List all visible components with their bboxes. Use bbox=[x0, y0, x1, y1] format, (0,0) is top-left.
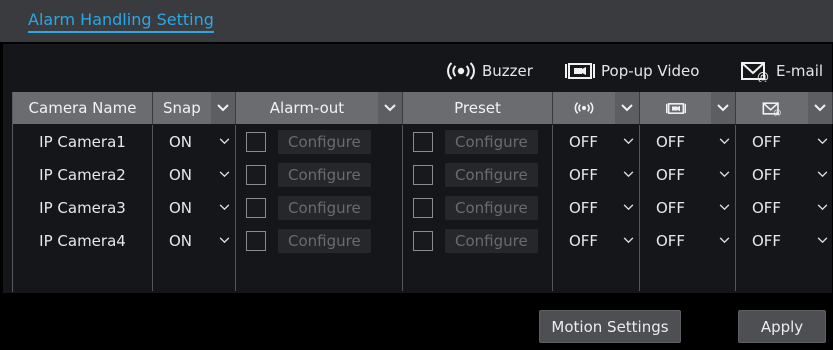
svg-text:@: @ bbox=[757, 70, 769, 82]
email-select[interactable]: OFF bbox=[736, 125, 833, 158]
col-camera-name: Camera Name bbox=[13, 92, 153, 124]
preset-configure-button[interactable]: Configure bbox=[445, 228, 538, 253]
chevron-down-icon bbox=[713, 138, 735, 145]
buzzer-column-dropdown[interactable] bbox=[615, 92, 639, 124]
email-column-dropdown[interactable] bbox=[808, 92, 832, 124]
chevron-down-icon bbox=[811, 138, 833, 145]
popup-video-icon bbox=[565, 60, 595, 82]
email-select[interactable]: OFF bbox=[736, 191, 833, 224]
alarm-out-column-dropdown[interactable] bbox=[378, 92, 402, 124]
alarm-out-checkbox[interactable] bbox=[246, 131, 266, 152]
buzzer-icon bbox=[553, 101, 615, 115]
buzzer-select[interactable]: OFF bbox=[553, 224, 639, 257]
chevron-down-icon bbox=[811, 171, 833, 178]
snap-select[interactable]: ON bbox=[153, 158, 235, 191]
snap-select[interactable]: ON bbox=[153, 224, 235, 257]
camera-name: IP Camera1 bbox=[39, 132, 126, 151]
alarm-table: Camera Name Snap Alarm-out Preset @ IP C… bbox=[12, 92, 833, 292]
table-row: IP Camera3 ON Configure Configure OFF OF… bbox=[13, 191, 833, 224]
alarm-out-checkbox[interactable] bbox=[246, 164, 266, 185]
popup-select[interactable]: OFF bbox=[640, 224, 735, 257]
chevron-down-icon bbox=[213, 237, 235, 244]
empty-table-row bbox=[13, 257, 833, 291]
camera-name: IP Camera4 bbox=[39, 231, 126, 250]
alarm-out-configure-button[interactable]: Configure bbox=[278, 129, 371, 154]
email-icon: @ bbox=[740, 60, 770, 82]
popup-video-icon bbox=[640, 101, 711, 116]
snap-column-dropdown[interactable] bbox=[211, 92, 235, 124]
legend-popup-label: Pop-up Video bbox=[601, 62, 700, 80]
preset-configure-button[interactable]: Configure bbox=[445, 129, 538, 154]
legend-buzzer: Buzzer bbox=[446, 58, 533, 84]
legend-popup-video: Pop-up Video bbox=[565, 58, 699, 84]
table-row: IP Camera1 ON Configure Configure OFF OF… bbox=[13, 125, 833, 158]
col-alarm-out: Alarm-out bbox=[236, 92, 403, 124]
preset-checkbox[interactable] bbox=[413, 131, 433, 152]
email-icon: @ bbox=[736, 101, 808, 116]
snap-select[interactable]: ON bbox=[153, 191, 235, 224]
buzzer-select[interactable]: OFF bbox=[553, 125, 639, 158]
col-buzzer bbox=[553, 92, 640, 124]
popup-column-dropdown[interactable] bbox=[711, 92, 735, 124]
svg-text:@: @ bbox=[773, 108, 781, 116]
page-title-tab[interactable]: Alarm Handling Setting bbox=[28, 10, 214, 33]
preset-checkbox[interactable] bbox=[413, 164, 433, 185]
popup-select[interactable]: OFF bbox=[640, 158, 735, 191]
chevron-down-icon bbox=[713, 171, 735, 178]
alarm-out-configure-button[interactable]: Configure bbox=[278, 195, 371, 220]
popup-select[interactable]: OFF bbox=[640, 125, 735, 158]
col-email: @ bbox=[736, 92, 833, 124]
col-preset: Preset bbox=[403, 92, 553, 124]
chevron-down-icon bbox=[713, 204, 735, 211]
chevron-down-icon bbox=[213, 138, 235, 145]
chevron-down-icon bbox=[617, 204, 639, 211]
email-select[interactable]: OFF bbox=[736, 224, 833, 257]
preset-checkbox[interactable] bbox=[413, 197, 433, 218]
alarm-out-checkbox[interactable] bbox=[246, 197, 266, 218]
camera-name: IP Camera3 bbox=[39, 198, 126, 217]
preset-configure-button[interactable]: Configure bbox=[445, 195, 538, 220]
chevron-down-icon bbox=[811, 204, 833, 211]
buzzer-icon bbox=[446, 61, 476, 81]
table-row: IP Camera4 ON Configure Configure OFF OF… bbox=[13, 224, 833, 257]
snap-select[interactable]: ON bbox=[153, 125, 235, 158]
table-row: IP Camera2 ON Configure Configure OFF OF… bbox=[13, 158, 833, 191]
alarm-out-configure-button[interactable]: Configure bbox=[278, 228, 371, 253]
legend-email-label: E-mail bbox=[776, 62, 824, 80]
email-select[interactable]: OFF bbox=[736, 158, 833, 191]
legend-buzzer-label: Buzzer bbox=[482, 62, 533, 80]
chevron-down-icon bbox=[617, 237, 639, 244]
buzzer-select[interactable]: OFF bbox=[553, 191, 639, 224]
apply-button[interactable]: Apply bbox=[738, 310, 826, 343]
legend-email: @ E-mail bbox=[740, 58, 823, 84]
chevron-down-icon bbox=[213, 204, 235, 211]
chevron-down-icon bbox=[713, 237, 735, 244]
preset-configure-button[interactable]: Configure bbox=[445, 162, 538, 187]
popup-select[interactable]: OFF bbox=[640, 191, 735, 224]
chevron-down-icon bbox=[811, 237, 833, 244]
chevron-down-icon bbox=[213, 171, 235, 178]
buzzer-select[interactable]: OFF bbox=[553, 158, 639, 191]
motion-settings-button[interactable]: Motion Settings bbox=[539, 310, 681, 343]
col-snap: Snap bbox=[153, 92, 236, 124]
table-header: Camera Name Snap Alarm-out Preset @ bbox=[13, 92, 833, 124]
title-bar: Alarm Handling Setting bbox=[0, 0, 833, 42]
preset-checkbox[interactable] bbox=[413, 230, 433, 251]
camera-name: IP Camera2 bbox=[39, 165, 126, 184]
chevron-down-icon bbox=[617, 171, 639, 178]
alarm-out-configure-button[interactable]: Configure bbox=[278, 162, 371, 187]
chevron-down-icon bbox=[617, 138, 639, 145]
col-popup-video bbox=[640, 92, 736, 124]
alarm-out-checkbox[interactable] bbox=[246, 230, 266, 251]
